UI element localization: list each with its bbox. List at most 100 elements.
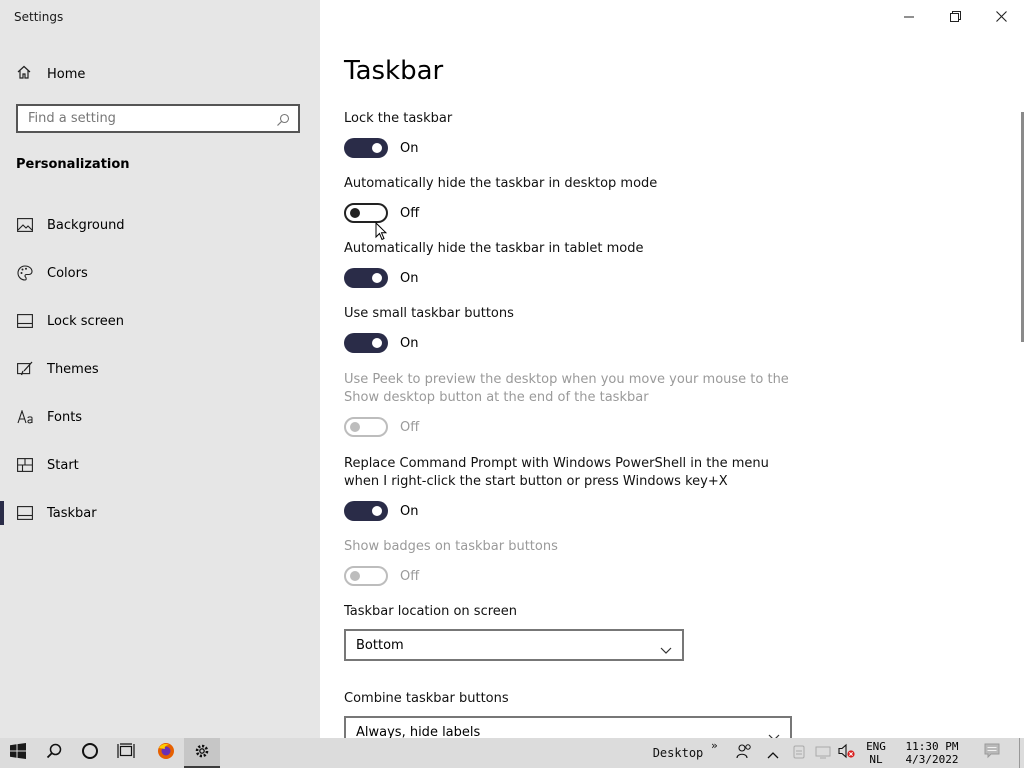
show-desktop-button[interactable] — [1019, 738, 1024, 768]
restore-icon — [949, 7, 961, 26]
toggle-state: Off — [400, 205, 420, 221]
autohide-desktop-toggle[interactable]: Off — [344, 203, 419, 223]
firefox-icon — [157, 742, 175, 764]
toggle-state: On — [400, 335, 419, 351]
language-code: ENG — [866, 740, 886, 753]
people-icon — [736, 743, 752, 763]
show-hidden-icons-button[interactable] — [762, 738, 784, 768]
badges-toggle: Off — [344, 566, 419, 586]
cortana-button[interactable] — [72, 738, 108, 768]
setting-label-line: Use Peek to preview the desktop when you… — [344, 372, 789, 387]
input-language-button[interactable]: ENG NL — [860, 738, 892, 768]
sidebar-item-colors[interactable]: Colors — [0, 253, 320, 293]
lock-taskbar-toggle[interactable]: On — [344, 138, 418, 158]
palette-icon — [17, 265, 33, 281]
action-center-button[interactable] — [974, 738, 1010, 768]
start-button[interactable] — [0, 738, 36, 768]
toggle-switch[interactable] — [344, 138, 388, 158]
minimize-icon — [904, 7, 914, 26]
powershell-toggle[interactable]: On — [344, 501, 418, 521]
taskbar-icon — [17, 505, 33, 521]
tray-display-button[interactable] — [812, 738, 834, 768]
sidebar-item-label: Lock screen — [47, 313, 124, 329]
settings-sidebar: Settings Home Personalization Background… — [0, 0, 320, 738]
clock-date: 4/3/2022 — [905, 753, 959, 766]
toggle-switch[interactable] — [344, 268, 388, 288]
sidebar-item-fonts[interactable]: Fonts — [0, 397, 320, 437]
settings-content: Taskbar Lock the taskbar On Automaticall… — [320, 0, 1024, 738]
setting-label-line: Replace Command Prompt with Windows Powe… — [344, 456, 769, 471]
toggle-switch[interactable] — [344, 333, 388, 353]
windows-taskbar: Desktop » ENG NL 11:30 PM 4/3/2022 — [0, 738, 1024, 768]
page-title: Taskbar — [344, 56, 444, 86]
search-input[interactable] — [18, 106, 278, 131]
sidebar-item-background[interactable]: Background — [0, 205, 320, 245]
toolbar-overflow-chevron[interactable]: » — [711, 739, 718, 752]
setting-label: Use Peek to preview the desktop when you… — [344, 371, 789, 407]
sidebar-item-lock-screen[interactable]: Lock screen — [0, 301, 320, 341]
close-icon — [995, 7, 1007, 26]
sidebar-item-label: Fonts — [47, 409, 83, 425]
firefox-taskbar-button[interactable] — [148, 738, 184, 768]
sidebar-item-taskbar[interactable]: Taskbar — [0, 493, 320, 533]
mouse-cursor-icon — [375, 221, 388, 245]
setting-label: Automatically hide the taskbar in tablet… — [344, 241, 644, 256]
toggle-state: On — [400, 140, 419, 156]
home-label: Home — [47, 66, 86, 82]
search-box[interactable] — [16, 104, 300, 133]
task-view-icon — [117, 743, 135, 763]
gear-icon — [194, 743, 210, 763]
sidebar-item-start[interactable]: Start — [0, 445, 320, 485]
toggle-switch — [344, 566, 388, 586]
minimize-button[interactable] — [886, 0, 932, 32]
sidebar-item-themes[interactable]: Themes — [0, 349, 320, 389]
chevron-down-icon — [768, 727, 780, 738]
settings-taskbar-button[interactable] — [184, 738, 220, 768]
close-button[interactable] — [978, 0, 1024, 32]
restore-button[interactable] — [932, 0, 978, 32]
section-title: Personalization — [16, 157, 130, 172]
notification-icon — [984, 743, 1000, 763]
desktop-toolbar-label: Desktop — [652, 746, 704, 760]
toggle-state: On — [400, 503, 419, 519]
toggle-state: On — [400, 270, 419, 286]
setting-label: Taskbar location on screen — [344, 604, 518, 619]
combine-buttons-dropdown[interactable]: Always, hide labels — [344, 716, 792, 738]
image-icon — [17, 217, 33, 233]
autohide-tablet-toggle[interactable]: On — [344, 268, 418, 288]
small-buttons-toggle[interactable]: On — [344, 333, 418, 353]
toggle-switch — [344, 417, 388, 437]
toggle-switch[interactable] — [344, 203, 388, 223]
setting-label: Replace Command Prompt with Windows Powe… — [344, 455, 769, 491]
tray-device-button[interactable] — [788, 738, 810, 768]
sidebar-item-label: Taskbar — [47, 505, 97, 521]
window-title: Settings — [14, 10, 64, 24]
font-icon — [17, 409, 33, 425]
brush-icon — [17, 361, 33, 377]
dropdown-value: Bottom — [356, 637, 404, 653]
setting-label: Automatically hide the taskbar in deskto… — [344, 176, 658, 191]
setting-label: Lock the taskbar — [344, 111, 453, 126]
desktop-toolbar[interactable]: Desktop — [648, 738, 708, 768]
clock-time: 11:30 PM — [905, 740, 959, 753]
windows-logo-icon — [10, 743, 26, 763]
search-icon — [46, 743, 62, 763]
volume-button[interactable] — [836, 738, 858, 768]
volume-muted-icon — [838, 743, 856, 763]
peek-toggle: Off — [344, 417, 419, 437]
setting-label: Use small taskbar buttons — [344, 306, 514, 321]
search-icon[interactable] — [276, 112, 290, 131]
people-button[interactable] — [732, 738, 756, 768]
home-link[interactable]: Home — [16, 64, 85, 84]
sidebar-item-label: Themes — [47, 361, 99, 377]
chevron-down-icon — [660, 640, 672, 659]
clock-button[interactable]: 11:30 PM 4/3/2022 — [898, 738, 966, 768]
taskbar-location-dropdown[interactable]: Bottom — [344, 629, 684, 661]
taskbar-search-button[interactable] — [36, 738, 72, 768]
chevron-up-icon — [767, 744, 779, 763]
toggle-switch[interactable] — [344, 501, 388, 521]
task-view-button[interactable] — [108, 738, 144, 768]
home-icon — [16, 64, 32, 84]
sidebar-item-label: Start — [47, 457, 79, 473]
sidebar-item-label: Colors — [47, 265, 88, 281]
